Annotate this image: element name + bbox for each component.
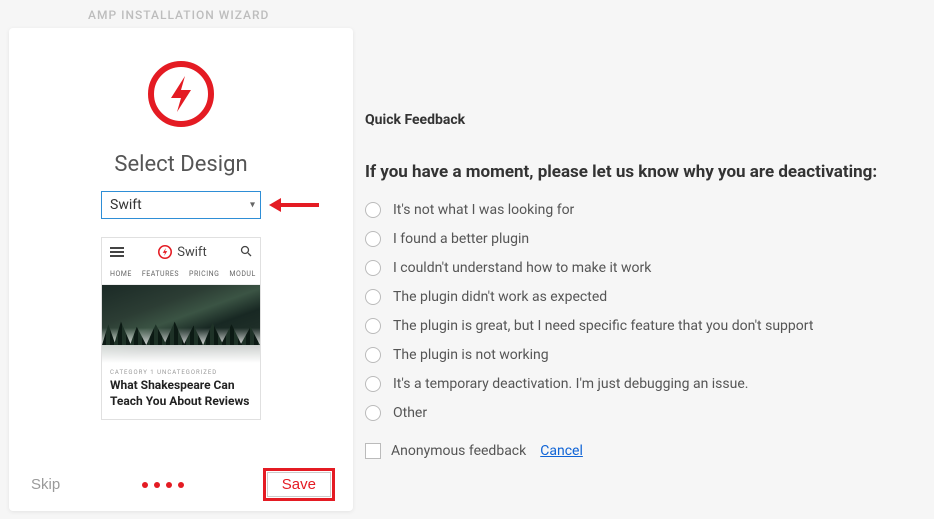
- step-dots: [142, 482, 184, 488]
- anonymous-row: Anonymous feedback Cancel: [365, 443, 930, 459]
- annotation-arrow-icon: [269, 195, 319, 215]
- preview-image-trees: [102, 319, 260, 345]
- step-dot: [154, 482, 160, 488]
- preview-header: Swift: [102, 238, 260, 266]
- hamburger-icon: [110, 247, 124, 257]
- radio-icon[interactable]: [365, 405, 381, 421]
- feedback-option[interactable]: It's not what I was looking for: [365, 202, 930, 218]
- design-select-wrap: Swift ▾: [101, 191, 261, 219]
- feedback-option-label: The plugin is not working: [393, 347, 549, 363]
- preview-category: CATEGORY 1 UNCATEGORIZED: [102, 363, 260, 376]
- feedback-option[interactable]: The plugin didn't work as expected: [365, 289, 930, 305]
- step-dot: [142, 482, 148, 488]
- design-select[interactable]: Swift: [101, 191, 261, 219]
- feedback-option-label: The plugin didn't work as expected: [393, 289, 607, 305]
- amp-logo-icon: [145, 58, 217, 130]
- feedback-option[interactable]: Other: [365, 405, 930, 421]
- theme-preview: Swift HOME FEATURES PRICING MODUL CATEGO…: [101, 237, 261, 420]
- save-button[interactable]: Save: [267, 472, 331, 497]
- radio-icon[interactable]: [365, 289, 381, 305]
- wizard-title: AMP INSTALLATION WIZARD: [88, 8, 269, 22]
- feedback-option[interactable]: It's a temporary deactivation. I'm just …: [365, 376, 930, 392]
- feedback-option[interactable]: I couldn't understand how to make it wor…: [365, 260, 930, 276]
- feedback-option-label: The plugin is great, but I need specific…: [393, 318, 813, 334]
- step-dot: [166, 482, 172, 488]
- preview-brand-text: Swift: [177, 245, 206, 260]
- anonymous-checkbox[interactable]: [365, 443, 381, 459]
- design-select-value: Swift: [110, 197, 142, 213]
- search-icon: [240, 245, 252, 260]
- feedback-option-label: I couldn't understand how to make it wor…: [393, 260, 651, 276]
- feedback-option[interactable]: I found a better plugin: [365, 231, 930, 247]
- radio-icon[interactable]: [365, 318, 381, 334]
- feedback-option-label: It's not what I was looking for: [393, 202, 574, 218]
- preview-nav-item: MODUL: [229, 270, 255, 278]
- radio-icon[interactable]: [365, 260, 381, 276]
- feedback-title: Quick Feedback: [365, 112, 930, 128]
- feedback-option[interactable]: The plugin is not working: [365, 347, 930, 363]
- anonymous-label: Anonymous feedback: [391, 443, 526, 459]
- feedback-option-label: I found a better plugin: [393, 231, 529, 247]
- radio-icon[interactable]: [365, 347, 381, 363]
- select-design-heading: Select Design: [114, 152, 247, 177]
- card-footer: Skip Save: [9, 472, 353, 497]
- skip-button[interactable]: Skip: [31, 476, 60, 493]
- feedback-option-label: It's a temporary deactivation. I'm just …: [393, 376, 748, 392]
- preview-nav: HOME FEATURES PRICING MODUL: [102, 266, 260, 285]
- radio-icon[interactable]: [365, 202, 381, 218]
- feedback-option[interactable]: The plugin is great, but I need specific…: [365, 318, 930, 334]
- feedback-heading: If you have a moment, please let us know…: [365, 162, 930, 182]
- preview-nav-item: FEATURES: [142, 270, 179, 278]
- preview-image: [102, 285, 260, 363]
- feedback-options: It's not what I was looking for I found a…: [365, 202, 930, 421]
- step-dot: [178, 482, 184, 488]
- preview-post-title: What Shakespeare Can Teach You About Rev…: [102, 376, 260, 419]
- radio-icon[interactable]: [365, 376, 381, 392]
- feedback-option-label: Other: [393, 405, 427, 421]
- wizard-card: Select Design Swift ▾ Swift HOME FEATURE…: [9, 28, 353, 511]
- preview-nav-item: HOME: [110, 270, 132, 278]
- cancel-link[interactable]: Cancel: [540, 443, 583, 459]
- radio-icon[interactable]: [365, 231, 381, 247]
- preview-nav-item: PRICING: [189, 270, 219, 278]
- preview-brand: Swift: [157, 244, 206, 260]
- feedback-panel: Quick Feedback If you have a moment, ple…: [365, 112, 930, 459]
